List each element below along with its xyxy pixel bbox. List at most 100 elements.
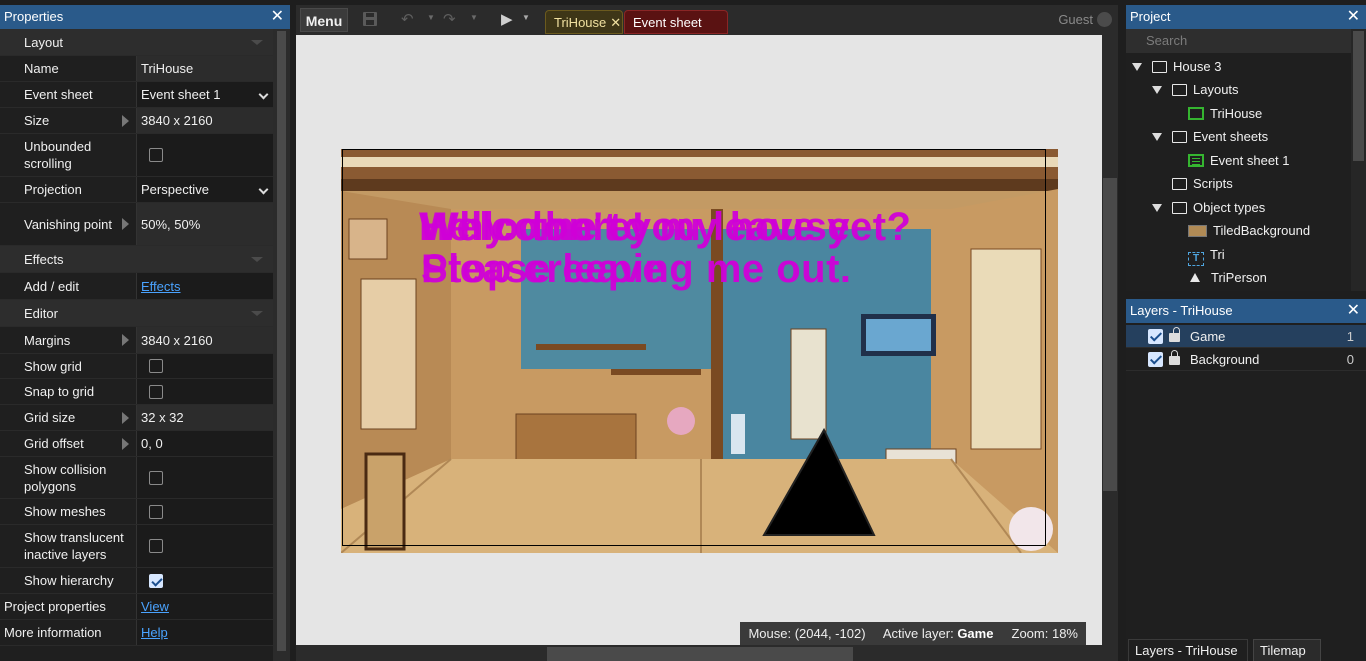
collapse-icon[interactable] [251,257,263,262]
close-icon[interactable]: ✕ [610,15,621,30]
properties-header: Properties ✕ [0,5,290,29]
close-icon[interactable]: ✕ [271,5,284,29]
prop-label: Unbounded scrolling [0,134,137,176]
expand-arrow-icon[interactable] [122,438,129,450]
expand-icon[interactable] [1152,133,1162,141]
chevron-down-icon[interactable]: ▼ [470,13,478,22]
prop-label: Event sheet [0,82,137,107]
eventsheet-select[interactable]: Event sheet 1 [137,82,273,107]
collapse-icon[interactable] [251,40,263,45]
size-input[interactable]: 3840 x 2160 [137,108,273,133]
undo-icon[interactable]: ↶ [401,11,414,29]
background-image[interactable]: Hello there! Welcome to my house Please … [341,149,1058,553]
view-link[interactable]: View [141,599,169,614]
project-panel: Project ✕ Search House 3 Layouts TriHous… [1126,5,1366,291]
prop-label: More information [0,620,137,645]
vertical-scrollbar[interactable] [1102,35,1118,645]
tiled-background-icon [1188,225,1207,237]
scrollbar-thumb[interactable] [1103,178,1117,491]
collision-checkbox[interactable] [149,470,163,485]
expand-icon[interactable] [1132,63,1142,71]
meshes-checkbox[interactable] [149,504,163,519]
layout-editor: Menu ↶ ▼ ↷ ▼ ▶ ▼ TriHouse✕ Event sheet 1… [296,5,1118,661]
properties-title: Properties [4,9,64,24]
expand-arrow-icon[interactable] [122,115,129,127]
tree-item-scripts[interactable]: Scripts [1172,173,1233,195]
user-menu[interactable]: Guest [1058,12,1112,27]
tab-label: Layers - TriHouse [1135,643,1238,658]
unlock-icon[interactable] [1169,327,1180,342]
effects-link[interactable]: Effects [141,279,181,294]
close-icon[interactable]: ✕ [1347,299,1360,323]
help-link[interactable]: Help [141,625,168,640]
section-editor[interactable]: Editor [0,300,273,327]
horizontal-scrollbar[interactable] [296,645,1102,661]
tree-item-event-sheets[interactable]: Event sheets [1152,126,1268,148]
tree-label: Tri [1210,247,1225,262]
expand-arrow-icon[interactable] [122,412,129,424]
properties-scrollbar[interactable] [273,29,290,661]
tree-item-event-sheet-1[interactable]: Event sheet 1 [1188,150,1290,172]
expand-arrow-icon[interactable] [122,218,129,230]
close-icon[interactable]: ✕ [1347,5,1360,29]
project-search-input[interactable]: Search [1126,29,1351,53]
section-effects[interactable]: Effects [0,246,273,273]
snap-checkbox[interactable] [149,384,163,399]
projection-select[interactable]: Perspective [137,177,273,202]
save-icon[interactable] [362,11,378,32]
layer-row-game[interactable]: Game 1 [1126,325,1366,348]
folder-icon [1172,178,1187,190]
tab-tilemap[interactable]: Tilemap ✕ [1253,639,1321,661]
expand-icon[interactable] [1152,204,1162,212]
collapse-icon[interactable] [251,311,263,316]
tree-item-root[interactable]: House 3 [1132,56,1221,78]
tree-item-triperson[interactable]: TriPerson [1186,267,1267,289]
redo-icon[interactable]: ↷ [443,11,456,29]
tree-item-tiledbackground[interactable]: TiledBackground [1188,220,1310,242]
unbounded-checkbox[interactable] [149,148,163,162]
tree-item-tri[interactable]: T Tri [1188,244,1225,266]
scrollbar-thumb[interactable] [547,647,853,661]
canvas-text-5[interactable]: Stop creeping me out. [421,247,852,292]
play-icon[interactable]: ▶ [501,11,513,29]
show-grid-checkbox[interactable] [149,359,163,373]
margins-input[interactable]: 3840 x 2160 [137,327,273,353]
layer-row-background[interactable]: Background 0 [1126,348,1366,371]
layout-canvas[interactable]: Hello there! Welcome to my house Please … [296,35,1102,645]
section-layout[interactable]: Layout [0,29,273,56]
grid-offset-input[interactable]: 0, 0 [137,431,273,456]
lock-icon[interactable] [1169,350,1180,365]
select-value: Perspective [141,182,209,197]
tab-trihouse[interactable]: TriHouse ✕ [545,10,623,34]
folder-icon [1172,84,1187,96]
tab-layers[interactable]: Layers - TriHouse ✕ [1128,639,1248,661]
chevron-down-icon[interactable]: ▼ [427,13,435,22]
prop-show-hierarchy: Show hierarchy [0,568,273,594]
tree-label: TriHouse [1210,106,1263,121]
expand-icon[interactable] [1152,86,1162,94]
chevron-down-icon[interactable]: ▼ [522,13,530,22]
tab-event-sheet[interactable]: Event sheet 1✕ [624,10,728,54]
prop-grid-size: Grid size 32 x 32 [0,405,273,431]
scrollbar-thumb[interactable] [1353,31,1364,161]
prop-label: Grid offset [0,431,137,456]
tree-item-object-types[interactable]: Object types [1152,197,1265,219]
active-layer-label: Active layer: [882,626,954,641]
layer-visible-checkbox[interactable] [1148,352,1163,367]
hierarchy-checkbox[interactable] [149,573,163,588]
grid-size-input[interactable]: 32 x 32 [137,405,273,430]
chevron-down-icon [258,184,269,194]
canvas-text-4[interactable]: Why don't you leave yet? [421,205,911,250]
translucent-checkbox[interactable] [149,539,163,553]
tree-item-layouts[interactable]: Layouts [1152,79,1239,101]
prop-label: Vanishing point [0,203,137,245]
layer-visible-checkbox[interactable] [1148,329,1163,344]
tree-item-layout-trihouse[interactable]: TriHouse [1188,103,1262,125]
expand-arrow-icon[interactable] [122,334,129,346]
vanishing-input[interactable]: 50%, 50% [137,203,273,245]
menu-button[interactable]: Menu [300,8,348,32]
name-input[interactable]: TriHouse [137,56,273,81]
active-layer-value: Game [957,626,994,641]
scrollbar-thumb[interactable] [277,31,286,651]
project-scrollbar[interactable] [1351,29,1366,291]
